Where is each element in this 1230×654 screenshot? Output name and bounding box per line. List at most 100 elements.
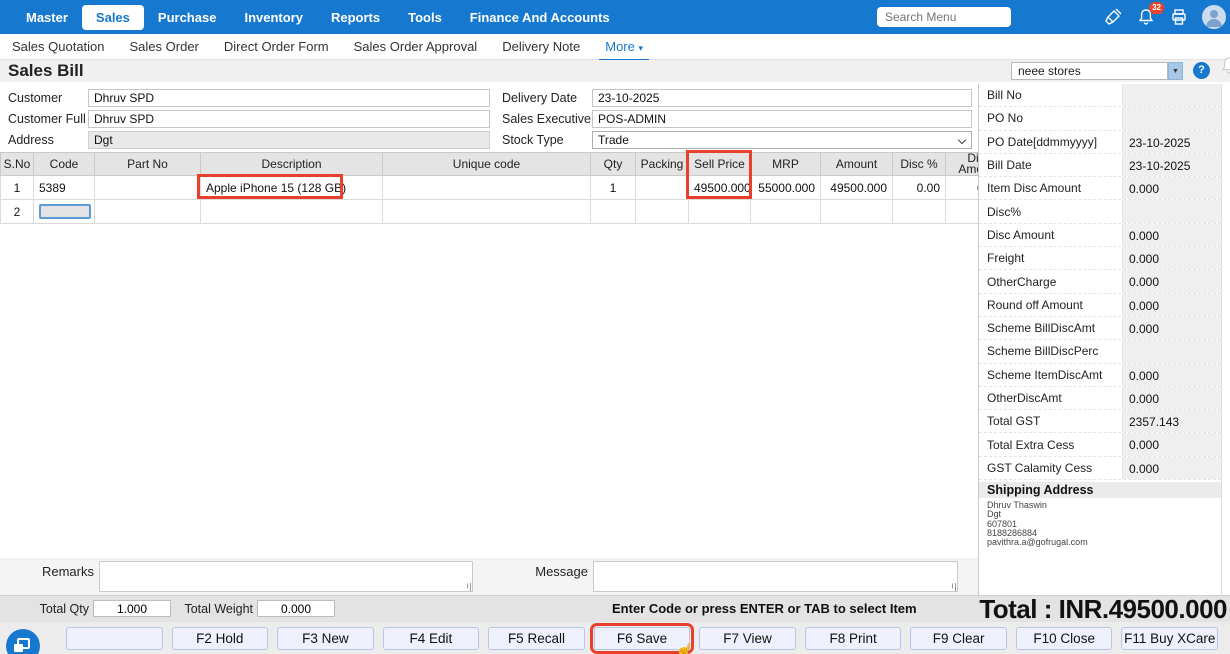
field-value[interactable]: 0.000 — [1122, 433, 1221, 456]
field-value[interactable] — [1122, 107, 1221, 130]
cell-description[interactable]: Apple iPhone 15 (128 GB) — [200, 175, 383, 200]
remarks-textarea[interactable] — [99, 561, 473, 592]
nav-item-inventory[interactable]: Inventory — [230, 5, 317, 30]
field-value[interactable]: 0.000 — [1122, 270, 1221, 293]
nav-item-master[interactable]: Master — [12, 5, 82, 30]
cell-code[interactable] — [33, 199, 95, 224]
field-value[interactable]: 0.000 — [1122, 223, 1221, 247]
cell-amount[interactable] — [820, 199, 893, 224]
f6-save-button[interactable]: F6 Save ☝ — [589, 623, 695, 654]
notifications-bell-icon[interactable]: 32 — [1136, 2, 1164, 27]
cell-unique-code[interactable] — [382, 175, 591, 200]
subnav-sales-order-approval[interactable]: Sales Order Approval — [354, 39, 478, 54]
cell-sell-price[interactable]: 49500.000 — [688, 175, 751, 200]
field-value[interactable]: 0.000 — [1122, 293, 1221, 316]
message-textarea[interactable] — [593, 561, 958, 592]
subnav-sales-quotation[interactable]: Sales Quotation — [12, 39, 105, 54]
col-description: Description — [200, 152, 383, 176]
grand-total: Total : INR.49500.000 — [979, 594, 1227, 624]
f6-save-label: F6 Save — [616, 631, 668, 646]
f11-buy-xcare-button[interactable]: F11 Buy XCare — [1121, 627, 1219, 650]
address-input[interactable] — [88, 131, 490, 149]
nav-item-purchase[interactable]: Purchase — [144, 5, 231, 30]
store-dropdown-button[interactable]: ▼ — [1168, 62, 1183, 80]
stock-type-select[interactable]: Trade — [592, 131, 972, 149]
cell-part-no[interactable] — [94, 199, 201, 224]
subnav-sales-order[interactable]: Sales Order — [130, 39, 199, 54]
f1-button[interactable] — [66, 627, 163, 650]
cell-mrp[interactable] — [750, 199, 821, 224]
field-value[interactable]: 0.000 — [1122, 316, 1221, 340]
theme-brush-icon[interactable] — [1103, 7, 1123, 27]
col-unique-code: Unique code — [382, 152, 591, 176]
cell-description[interactable] — [200, 199, 383, 224]
field-value[interactable]: 23-10-2025 — [1122, 130, 1221, 153]
field-value[interactable]: 2357.143 — [1122, 410, 1221, 433]
user-avatar[interactable] — [1202, 5, 1226, 29]
f7-view-button[interactable]: F7 View — [699, 627, 796, 650]
cell-disc-pct[interactable]: 0.00 — [892, 175, 946, 200]
cell-packing[interactable] — [635, 199, 689, 224]
cell-disc-amount[interactable] — [945, 199, 978, 224]
delivery-date-input[interactable] — [592, 89, 972, 107]
f3-new-button[interactable]: F3 New — [277, 627, 374, 650]
field-value[interactable] — [1122, 200, 1221, 223]
subnav-direct-order-form[interactable]: Direct Order Form — [224, 39, 329, 54]
nav-item-tools[interactable]: Tools — [394, 5, 456, 30]
printer-icon[interactable] — [1169, 7, 1189, 27]
stock-type-label: Stock Type — [502, 133, 564, 147]
floating-bell-icon[interactable] — [1220, 56, 1230, 76]
cell-amount[interactable]: 49500.000 — [820, 175, 893, 200]
search-input[interactable] — [877, 7, 1011, 27]
chat-widget-icon — [14, 638, 30, 652]
cell-qty[interactable] — [590, 199, 636, 224]
field-value[interactable]: 0.000 — [1122, 363, 1221, 386]
nav-item-finance[interactable]: Finance And Accounts — [456, 5, 624, 30]
field-label: GST Calamity Cess — [987, 460, 1093, 475]
help-button[interactable]: ? — [1193, 62, 1210, 79]
subnav-more-dropdown[interactable]: More ▾ — [599, 39, 649, 61]
field-label: PO Date[ddmmyyyy] — [987, 134, 1098, 149]
total-weight-input[interactable] — [257, 600, 335, 617]
total-weight-label: Total Weight — [184, 602, 253, 616]
f5-recall-button[interactable]: F5 Recall — [488, 627, 585, 650]
bill-summary-panel: Bill No PO No PO Date[ddmmyyyy] 23-10-202… — [978, 84, 1222, 595]
f4-edit-button[interactable]: F4 Edit — [382, 627, 480, 650]
field-label: Scheme BillDiscAmt — [987, 321, 1096, 336]
cell-mrp[interactable]: 55000.000 — [750, 175, 821, 200]
cell-unique-code[interactable] — [382, 199, 591, 224]
cell-sell-price[interactable] — [688, 199, 751, 224]
shipping-street: Dgt — [987, 509, 1002, 520]
field-value[interactable]: 0.000 — [1122, 247, 1221, 270]
field-label: Freight — [987, 251, 1025, 266]
cell-part-no[interactable] — [94, 175, 201, 200]
f8-print-button[interactable]: F8 Print — [804, 627, 902, 650]
field-value[interactable]: 0.000 — [1122, 177, 1221, 200]
field-value[interactable] — [1122, 84, 1221, 107]
subnav-more-label: More — [605, 39, 635, 54]
field-value[interactable] — [1122, 340, 1221, 363]
col-disc-amount: Disc Amount — [945, 152, 978, 176]
store-selector[interactable]: neee stores — [1011, 62, 1168, 80]
f2-hold-button[interactable]: F2 Hold — [171, 627, 269, 650]
total-qty-label: Total Qty — [39, 602, 89, 616]
customer-full-name-input[interactable] — [88, 110, 490, 128]
customer-input[interactable] — [88, 89, 490, 107]
field-label: Total Extra Cess — [987, 437, 1075, 452]
item-code-input[interactable] — [39, 204, 91, 219]
nav-item-reports[interactable]: Reports — [317, 5, 394, 30]
cell-disc-pct[interactable] — [892, 199, 946, 224]
total-qty-input[interactable] — [93, 600, 171, 617]
field-value[interactable]: 0.000 — [1122, 386, 1221, 410]
nav-item-sales[interactable]: Sales — [81, 4, 144, 30]
sales-executive-input[interactable] — [592, 110, 972, 128]
cell-disc-amount[interactable]: 0.000 — [945, 175, 978, 200]
field-value[interactable]: 0.000 — [1122, 456, 1221, 480]
field-value[interactable]: 23-10-2025 — [1122, 153, 1221, 177]
f9-clear-button[interactable]: F9 Clear — [910, 627, 1007, 650]
f10-close-button[interactable]: F10 Close — [1015, 627, 1113, 650]
cell-code[interactable]: 5389 — [33, 175, 95, 200]
cell-packing[interactable] — [635, 175, 689, 200]
subnav-delivery-note[interactable]: Delivery Note — [502, 39, 580, 54]
cell-qty[interactable]: 1 — [590, 175, 636, 200]
